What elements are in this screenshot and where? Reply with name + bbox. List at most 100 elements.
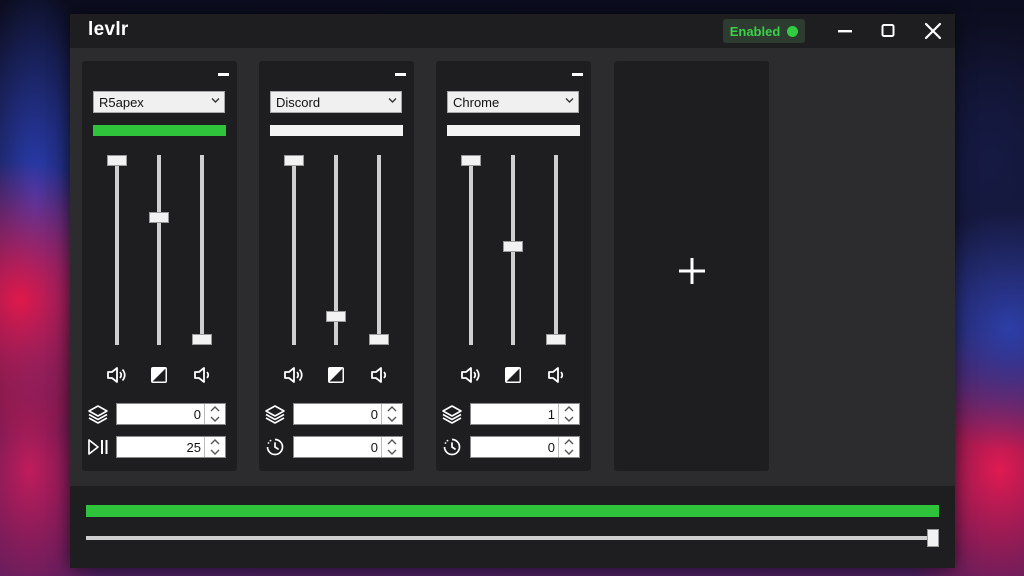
collapse-button[interactable] (218, 73, 229, 76)
layers-icon (88, 405, 108, 424)
speaker-quiet-icon (194, 367, 210, 383)
master-volume-thumb[interactable] (927, 529, 939, 547)
master-level-meter (86, 505, 939, 517)
stepper[interactable] (558, 437, 579, 457)
slider-thumb[interactable] (284, 155, 304, 166)
chevron-down-icon (388, 98, 397, 103)
balance-slider[interactable] (149, 155, 169, 345)
timer-icon-wrap (263, 436, 287, 458)
slider-thumb[interactable] (369, 334, 389, 345)
maximize-button[interactable] (876, 20, 900, 42)
stepper-up-icon[interactable] (559, 404, 578, 414)
title-bar[interactable]: levlr Enabled (70, 14, 955, 48)
master-volume-slider[interactable] (86, 536, 939, 540)
slider-thumb[interactable] (192, 334, 212, 345)
slider-track[interactable] (292, 155, 296, 345)
input-value: 25 (186, 440, 201, 455)
stepper-up-icon[interactable] (382, 437, 401, 447)
plus-icon (679, 258, 705, 284)
collapse-button[interactable] (572, 73, 583, 76)
delay-input[interactable]: 0 (470, 436, 580, 458)
master-section (70, 486, 955, 568)
contrast-icon-wrap (501, 364, 525, 386)
stepper[interactable] (204, 437, 225, 457)
volume-slider[interactable] (461, 155, 481, 345)
slider-track[interactable] (377, 155, 381, 345)
timer-icon-wrap (440, 436, 464, 458)
close-button[interactable] (921, 20, 945, 42)
speaker-icon-wrap (281, 364, 305, 386)
timer-icon (443, 438, 461, 456)
app-select-value: Discord (276, 95, 321, 110)
contrast-icon-wrap (147, 364, 171, 386)
app-panel-chrome: Chrome 1 0 (436, 61, 591, 471)
volume-slider[interactable] (284, 155, 304, 345)
slider-track[interactable] (554, 155, 558, 345)
layer-input[interactable]: 1 (470, 403, 580, 425)
slider-thumb[interactable] (546, 334, 566, 345)
app-select[interactable]: Chrome (447, 91, 579, 113)
enabled-label: Enabled (729, 23, 781, 39)
minimize-icon (838, 30, 852, 33)
slider-thumb[interactable] (149, 212, 169, 223)
contrast-icon-wrap (324, 364, 348, 386)
input-value: 0 (547, 440, 555, 455)
contrast-icon (328, 367, 344, 383)
stepper-up-icon[interactable] (205, 404, 224, 414)
input-value: 0 (370, 440, 378, 455)
collapse-button[interactable] (395, 73, 406, 76)
app-select-value: R5apex (99, 95, 144, 110)
stepper[interactable] (558, 404, 579, 424)
slider-track[interactable] (115, 155, 119, 345)
slider-thumb[interactable] (107, 155, 127, 166)
threshold-slider[interactable] (546, 155, 566, 345)
threshold-slider[interactable] (369, 155, 389, 345)
app-select-value: Chrome (453, 95, 500, 110)
speaker-quiet-icon-wrap (367, 364, 391, 386)
delay-input[interactable]: 0 (293, 436, 403, 458)
stepper-up-icon[interactable] (559, 437, 578, 447)
stepper-down-icon[interactable] (559, 447, 578, 457)
balance-slider[interactable] (326, 155, 346, 345)
slider-thumb[interactable] (326, 311, 346, 322)
slider-thumb[interactable] (503, 241, 523, 252)
stepper[interactable] (204, 404, 225, 424)
stepper-up-icon[interactable] (205, 437, 224, 447)
speaker-icon (284, 367, 303, 383)
stepper[interactable] (381, 437, 402, 457)
app-select[interactable]: R5apex (93, 91, 225, 113)
add-app-panel[interactable] (614, 61, 769, 471)
app-select[interactable]: Discord (270, 91, 402, 113)
layers-icon-wrap (440, 403, 464, 425)
minimize-button[interactable] (833, 20, 857, 42)
stepper-up-icon[interactable] (382, 404, 401, 414)
contrast-icon (151, 367, 167, 383)
slider-track[interactable] (200, 155, 204, 345)
stepper[interactable] (381, 404, 402, 424)
speaker-icon (107, 367, 126, 383)
layer-input[interactable]: 0 (116, 403, 226, 425)
maximize-icon (881, 24, 895, 37)
delay-input[interactable]: 25 (116, 436, 226, 458)
speaker-quiet-icon-wrap (544, 364, 568, 386)
stepper-down-icon[interactable] (205, 447, 224, 457)
play-pause-icon-wrap (86, 436, 110, 458)
stepper-down-icon[interactable] (382, 414, 401, 424)
layer-input[interactable]: 0 (293, 403, 403, 425)
stepper-down-icon[interactable] (205, 414, 224, 424)
play-pause-icon (88, 439, 108, 455)
app-window: levlr Enabled R5apex 0 25 Discord 0 0 Ch… (70, 14, 955, 568)
speaker-icon (461, 367, 480, 383)
stepper-down-icon[interactable] (382, 447, 401, 457)
enabled-toggle[interactable]: Enabled (723, 19, 805, 43)
contrast-icon (505, 367, 521, 383)
stepper-down-icon[interactable] (559, 414, 578, 424)
threshold-slider[interactable] (192, 155, 212, 345)
balance-slider[interactable] (503, 155, 523, 345)
slider-track[interactable] (157, 155, 161, 345)
slider-thumb[interactable] (461, 155, 481, 166)
volume-slider[interactable] (107, 155, 127, 345)
slider-track[interactable] (469, 155, 473, 345)
speaker-quiet-icon (548, 367, 564, 383)
app-title: levlr (88, 19, 129, 40)
